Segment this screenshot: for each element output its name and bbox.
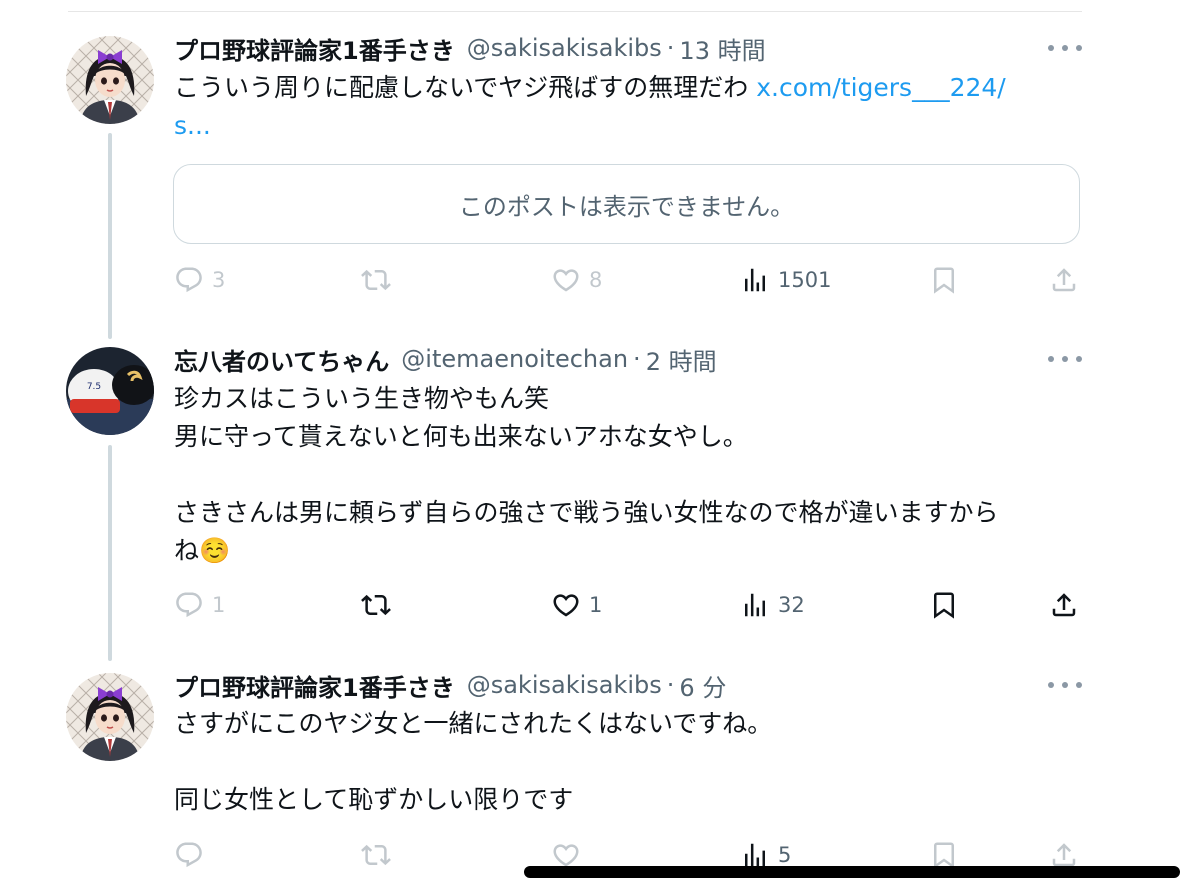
views-count: 32 xyxy=(778,593,805,617)
bookmark-button[interactable] xyxy=(929,589,959,621)
reply-button[interactable]: 3 xyxy=(174,264,225,296)
views-button[interactable]: 1501 xyxy=(740,264,831,296)
separator-dot: · xyxy=(633,345,641,373)
share-button[interactable] xyxy=(1049,589,1079,621)
helmets-photo-avatar-icon[interactable] xyxy=(66,347,154,435)
user-handle[interactable]: @itemaenoitechan xyxy=(401,345,628,373)
retweet-icon xyxy=(361,840,391,870)
heart-icon xyxy=(551,590,581,620)
display-name[interactable]: 忘八者のいてちゃん xyxy=(174,342,389,377)
post-header: 忘八者のいてちゃん @itemaenoitechan · 2 時間 xyxy=(174,342,717,377)
separator-dot: · xyxy=(666,671,675,699)
more-options-icon[interactable] xyxy=(1048,349,1082,369)
share-icon xyxy=(1049,265,1079,295)
post-time[interactable]: 2 時間 xyxy=(646,342,717,377)
heart-icon xyxy=(551,265,581,295)
post-header: プロ野球評論家1番手さき @sakisakisakibs · 13 時間 xyxy=(174,31,766,66)
bookmark-button[interactable] xyxy=(929,264,959,296)
anime-girl-avatar-icon[interactable] xyxy=(66,673,154,761)
thread-connector-line xyxy=(108,133,112,339)
views-button[interactable]: 32 xyxy=(740,589,805,621)
reply-count: 1 xyxy=(212,593,226,617)
bookmark-icon xyxy=(929,265,959,295)
retweet-button[interactable] xyxy=(361,264,391,296)
bookmark-icon xyxy=(929,590,959,620)
retweet-button[interactable] xyxy=(361,839,391,871)
views-chart-icon xyxy=(740,590,770,620)
post-time[interactable]: 6 分 xyxy=(679,668,726,703)
reply-icon xyxy=(174,840,204,870)
retweet-button[interactable] xyxy=(361,589,391,621)
user-handle[interactable]: @sakisakisakibs xyxy=(467,671,662,699)
share-button[interactable] xyxy=(1049,264,1079,296)
post-text: 珍カスはこういう生き物やもん笑 男に守って貰えないと何も出来ないアホな女やし。 … xyxy=(174,384,999,565)
like-count: 8 xyxy=(589,268,603,292)
share-icon xyxy=(1049,590,1079,620)
like-button[interactable]: 8 xyxy=(551,264,602,296)
display-name[interactable]: プロ野球評論家1番手さき xyxy=(174,668,455,703)
reply-button[interactable]: 1 xyxy=(174,589,225,621)
quote-unavailable-card[interactable]: このポストは表示できません。 xyxy=(173,164,1080,244)
views-count: 1501 xyxy=(778,268,832,292)
like-count: 1 xyxy=(589,593,603,617)
home-indicator-bar[interactable] xyxy=(524,866,1180,878)
more-options-icon[interactable] xyxy=(1048,675,1082,695)
user-handle[interactable]: @sakisakisakibs xyxy=(467,34,662,62)
post-time[interactable]: 13 時間 xyxy=(679,31,765,66)
reply-icon xyxy=(174,265,204,295)
more-options-icon[interactable] xyxy=(1048,38,1082,58)
reply-icon xyxy=(174,590,204,620)
retweet-icon xyxy=(361,265,391,295)
post-text: こういう周りに配慮しないでヤジ飛ばすの無理だわ x.com/tigers___2… xyxy=(174,69,1074,145)
thread-connector-line xyxy=(108,445,112,661)
views-chart-icon xyxy=(740,265,770,295)
views-count: 5 xyxy=(778,843,792,867)
separator-dot: · xyxy=(666,34,675,62)
retweet-icon xyxy=(361,590,391,620)
post-text: さすがにこのヤジ女と一緒にされたくはないですね。 同じ女性として恥ずかしい限りで… xyxy=(174,709,773,814)
post-body: こういう周りに配慮しないでヤジ飛ばすの無理だわ xyxy=(174,73,757,102)
reply-count: 3 xyxy=(212,268,226,292)
like-button[interactable]: 1 xyxy=(551,589,602,621)
reply-button[interactable] xyxy=(174,839,204,871)
display-name[interactable]: プロ野球評論家1番手さき xyxy=(174,31,455,66)
top-divider xyxy=(68,11,1082,12)
anime-girl-avatar-icon[interactable] xyxy=(66,36,154,124)
post-header: プロ野球評論家1番手さき @sakisakisakibs · 6 分 xyxy=(174,668,726,703)
